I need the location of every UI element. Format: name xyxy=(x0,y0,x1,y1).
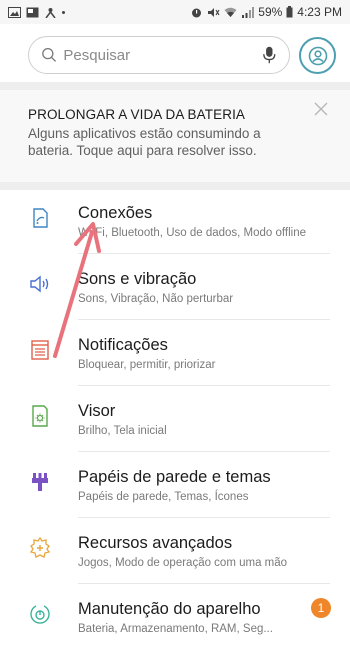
sound-icon xyxy=(30,275,49,293)
menu-item-notifications[interactable]: Notificações Bloquear, permitir, prioriz… xyxy=(0,320,350,386)
paintbrush-icon xyxy=(32,473,48,491)
menu-item-title: Manutenção do aparelho xyxy=(78,600,261,618)
alarm-icon xyxy=(192,8,202,17)
menu-item-subtitle: Papéis de parede, Temas, Ícones xyxy=(78,491,249,503)
divider xyxy=(0,82,350,90)
battery-percent: 59% xyxy=(258,5,283,19)
status-bar-left xyxy=(8,6,65,18)
menu-item-display[interactable]: Visor Brilho, Tela inicial xyxy=(0,386,350,452)
more-notifications-icon xyxy=(62,10,65,14)
menu-item-subtitle: Wi-Fi, Bluetooth, Uso de dados, Modo off… xyxy=(78,227,306,239)
battery-tip-card[interactable]: PROLONGAR A VIDA DA BATERIA Alguns aplic… xyxy=(0,90,350,182)
menu-item-subtitle: Bateria, Armazenamento, RAM, Seg... xyxy=(78,623,273,635)
battery-tip-body: Alguns aplicativos estão consumindo a ba… xyxy=(28,126,261,158)
menu-item-title: Papéis de parede e temas xyxy=(78,468,271,486)
connections-icon xyxy=(33,208,48,228)
notifications-icon xyxy=(31,340,49,360)
search-bar[interactable] xyxy=(28,36,290,74)
menu-item-title: Conexões xyxy=(78,204,153,222)
battery-icon xyxy=(286,6,293,18)
signal-icon xyxy=(242,6,255,18)
menu-item-connections[interactable]: Conexões Wi-Fi, Bluetooth, Uso de dados,… xyxy=(0,188,350,254)
menu-item-subtitle: Bloquear, permitir, priorizar xyxy=(78,359,216,371)
status-bar-right: 59% 4:23 PM xyxy=(190,5,342,19)
gear-plus-icon xyxy=(29,536,51,558)
menu-item-subtitle: Jogos, Modo de operação com uma mão xyxy=(78,557,288,569)
account-icon xyxy=(308,46,327,65)
menu-item-subtitle: Brilho, Tela inicial xyxy=(78,425,167,437)
gallery-notification-icon xyxy=(8,6,21,18)
wifi-icon xyxy=(224,7,237,17)
menu-item-device-maintenance[interactable]: Manutenção do aparelho Bateria, Armazena… xyxy=(0,584,350,650)
menu-item-title: Sons e vibração xyxy=(78,270,197,288)
microphone-icon[interactable] xyxy=(262,45,277,65)
menu-item-subtitle: Sons, Vibração, Não perturbar xyxy=(78,293,234,305)
battery-tip-title: PROLONGAR A VIDA DA BATERIA xyxy=(28,107,246,122)
person-notification-icon xyxy=(45,7,56,18)
display-icon xyxy=(32,405,48,427)
search-input[interactable] xyxy=(63,46,263,64)
menu-item-sounds[interactable]: Sons e vibração Sons, Vibração, Não pert… xyxy=(0,254,350,320)
mute-icon xyxy=(208,7,220,17)
menu-item-advanced-features[interactable]: Recursos avançados Jogos, Modo de operaç… xyxy=(0,518,350,584)
maintenance-icon xyxy=(30,605,50,624)
menu-item-title: Recursos avançados xyxy=(78,534,233,552)
settings-menu: Conexões Wi-Fi, Bluetooth, Uso de dados,… xyxy=(0,188,350,650)
status-bar: 59% 4:23 PM xyxy=(0,0,350,24)
notification-badge: 1 xyxy=(311,598,331,618)
menu-item-title: Notificações xyxy=(78,336,168,354)
account-button[interactable] xyxy=(299,37,336,74)
image-notification-icon xyxy=(26,7,39,17)
clock: 4:23 PM xyxy=(297,5,342,19)
search-icon xyxy=(42,47,57,62)
close-icon[interactable] xyxy=(314,102,328,116)
menu-item-title: Visor xyxy=(78,402,116,420)
menu-item-wallpapers[interactable]: Papéis de parede e temas Papéis de pared… xyxy=(0,452,350,518)
